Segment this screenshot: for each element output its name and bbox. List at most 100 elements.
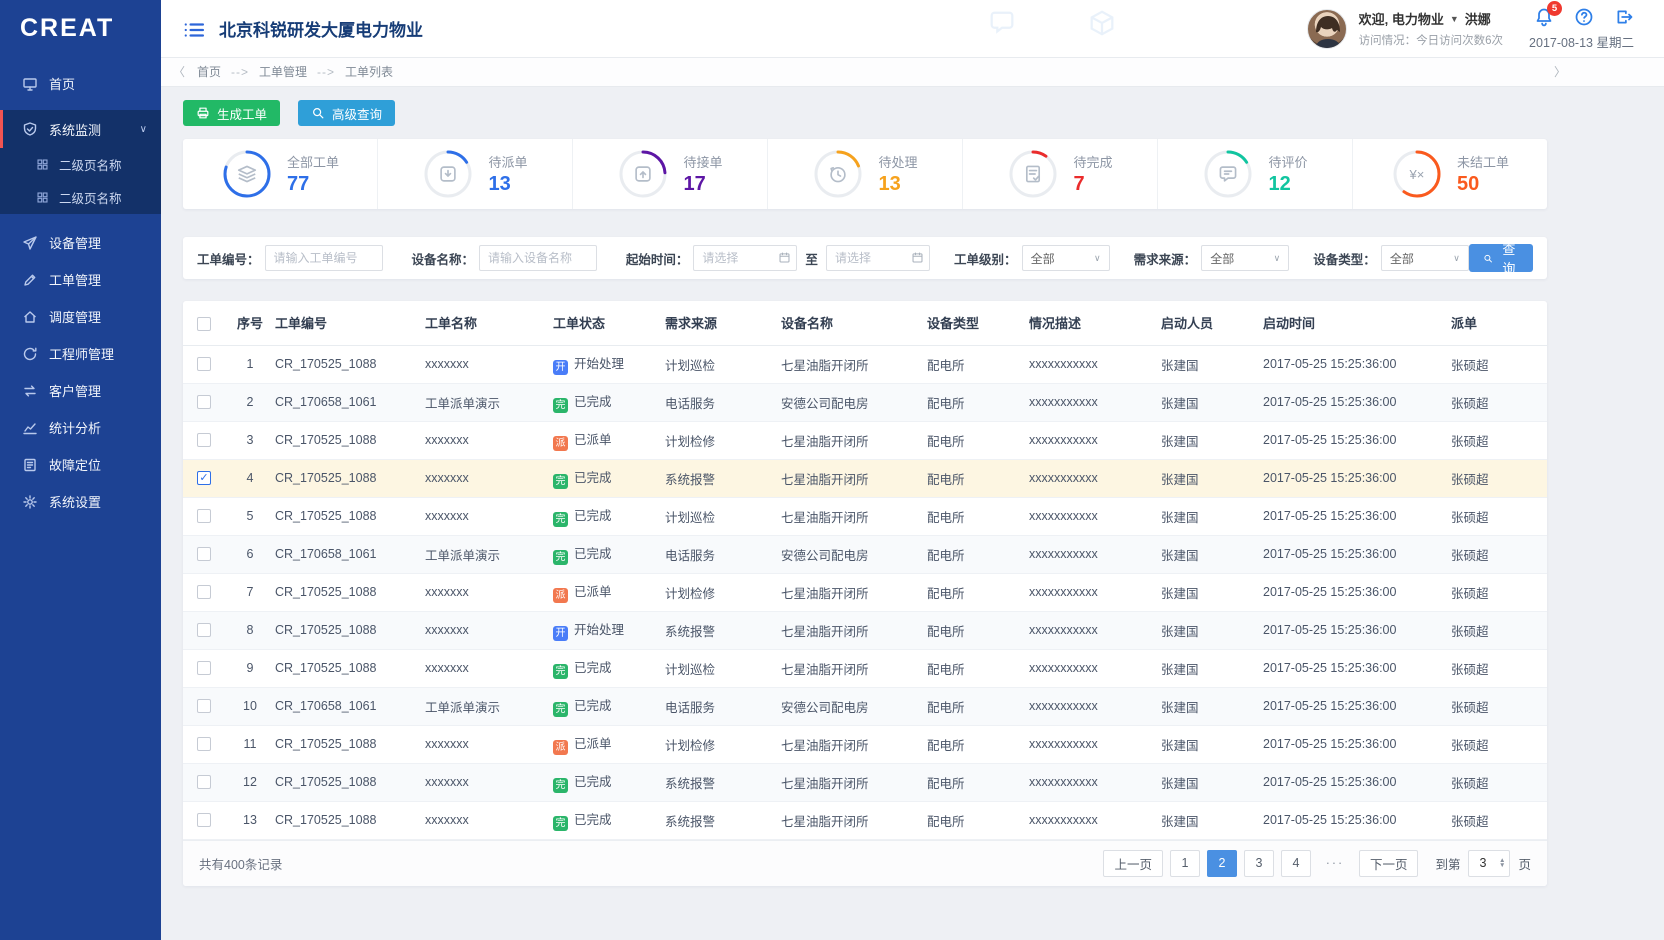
page-button-4[interactable]: 4 <box>1281 850 1311 877</box>
table-row[interactable]: ✓ 4 CR_170525_1088 xxxxxxx 完已完成 系统报警 七星油… <box>183 459 1547 497</box>
device-name-input[interactable] <box>479 245 597 271</box>
stat-card-pending-complete[interactable]: 待完成7 <box>962 139 1157 209</box>
table-row[interactable]: 5 CR_170525_1088 xxxxxxx 完已完成 计划巡检 七星油脂开… <box>183 497 1547 535</box>
menu-toggle-icon[interactable] <box>183 19 205 39</box>
row-checkbox[interactable] <box>197 699 211 713</box>
cell-starter: 张建国 <box>1161 497 1263 535</box>
sidebar-item-settings[interactable]: 系统设置 <box>0 483 161 520</box>
sidebar-item-subpage-2[interactable]: 二级页名称 <box>0 181 161 214</box>
breadcrumb: 〈 首页 --> 工单管理 --> 工单列表 〉 <box>161 57 1664 87</box>
table-row[interactable]: 11 CR_170525_1088 xxxxxxx 派已派单 计划检修 七星油脂… <box>183 725 1547 763</box>
sync-icon <box>22 346 38 362</box>
next-page-button[interactable]: 下一页 <box>1359 850 1419 877</box>
row-checkbox[interactable]: ✓ <box>197 471 211 485</box>
demand-source-select[interactable]: 全部∨ <box>1201 245 1289 271</box>
device-type-select[interactable]: 全部∨ <box>1381 245 1469 271</box>
table-row[interactable]: 6 CR_170658_1061 工单派单演示 完已完成 电话服务 安德公司配电… <box>183 535 1547 573</box>
sidebar-item-dispatch-mgmt[interactable]: 调度管理 <box>0 298 161 335</box>
table-row[interactable]: 9 CR_170525_1088 xxxxxxx 完已完成 计划巡检 七星油脂开… <box>183 649 1547 687</box>
sidebar-item-customer-mgmt[interactable]: 客户管理 <box>0 372 161 409</box>
cell-source: 电话服务 <box>665 535 781 573</box>
breadcrumb-order-mgmt[interactable]: 工单管理 <box>259 63 307 80</box>
cell-source: 系统报警 <box>665 763 781 801</box>
row-checkbox[interactable] <box>197 775 211 789</box>
table-row[interactable]: 2 CR_170658_1061 工单派单演示 完已完成 电话服务 安德公司配电… <box>183 383 1547 421</box>
cell-device-type: 配电所 <box>927 535 1029 573</box>
breadcrumb-home[interactable]: 首页 <box>197 63 221 80</box>
prev-page-button[interactable]: 上一页 <box>1103 850 1163 877</box>
sidebar-item-system-monitor[interactable]: 系统监测 ∨ <box>0 110 161 148</box>
sidebar-item-fault-location[interactable]: 故障定位 <box>0 446 161 483</box>
table-row[interactable]: 10 CR_170658_1061 工单派单演示 完已完成 电话服务 安德公司配… <box>183 687 1547 725</box>
table-row[interactable]: 3 CR_170525_1088 xxxxxxx 派已派单 计划检修 七星油脂开… <box>183 421 1547 459</box>
stepper-icon[interactable]: ▲▼ <box>1499 858 1505 868</box>
search-button[interactable]: 查询 <box>1469 244 1533 272</box>
sidebar-item-order-mgmt[interactable]: 工单管理 <box>0 261 161 298</box>
page-button-1[interactable]: 1 <box>1170 850 1200 877</box>
create-order-button[interactable]: 生成工单 <box>183 100 280 126</box>
table-row[interactable]: 7 CR_170525_1088 xxxxxxx 派已派单 计划检修 七星油脂开… <box>183 573 1547 611</box>
row-checkbox[interactable] <box>197 357 211 371</box>
cell-start-time: 2017-05-25 15:25:36:00 <box>1263 763 1451 801</box>
logout-icon[interactable] <box>1614 7 1634 27</box>
bell-icon[interactable]: 5 <box>1534 7 1554 27</box>
status-badge: 派 <box>553 740 568 755</box>
order-level-select[interactable]: 全部∨ <box>1022 245 1110 271</box>
cell-status: 派已派单 <box>553 573 665 611</box>
stat-card-open-orders[interactable]: ¥× 未结工单50 <box>1352 139 1547 209</box>
cell-desc: xxxxxxxxxxx <box>1029 573 1161 611</box>
cell-device: 七星油脂开闭所 <box>781 459 927 497</box>
orders-table-panel: 序号 工单编号 工单名称 工单状态 需求来源 设备名称 设备类型 情况描述 启动… <box>183 301 1547 886</box>
breadcrumb-forward-icon[interactable]: 〉 <box>1554 63 1566 80</box>
status-badge: 派 <box>553 588 568 603</box>
col-header-device-type: 设备类型 <box>927 301 1029 345</box>
stat-card-pending-accept[interactable]: 待接单17 <box>572 139 767 209</box>
stat-value: 12 <box>1268 173 1307 196</box>
table-footer: 共有400条记录 上一页 1 2 3 4 ··· 下一页 到第 3 <box>183 840 1547 886</box>
breadcrumb-back-icon[interactable]: 〈 <box>173 63 185 80</box>
row-checkbox[interactable] <box>197 813 211 827</box>
cell-device: 七星油脂开闭所 <box>781 801 927 839</box>
row-checkbox[interactable] <box>197 433 211 447</box>
cell-source: 系统报警 <box>665 459 781 497</box>
cell-status: 开开始处理 <box>553 611 665 649</box>
cell-desc: xxxxxxxxxxx <box>1029 611 1161 649</box>
help-icon[interactable] <box>1574 7 1594 27</box>
goto-page-input[interactable]: 3 ▲▼ <box>1468 850 1510 877</box>
row-checkbox[interactable] <box>197 623 211 637</box>
pencil-icon <box>22 272 38 288</box>
cell-dispatcher: 张硕超 <box>1451 573 1547 611</box>
sidebar-item-engineer-mgmt[interactable]: 工程师管理 <box>0 335 161 372</box>
table-row[interactable]: 1 CR_170525_1088 xxxxxxx 开开始处理 计划巡检 七星油脂… <box>183 345 1547 383</box>
row-checkbox[interactable] <box>197 737 211 751</box>
sidebar-item-device-mgmt[interactable]: 设备管理 <box>0 224 161 261</box>
caret-down-icon[interactable]: ▼ <box>1450 14 1459 24</box>
sidebar-item-subpage-1[interactable]: 二级页名称 <box>0 148 161 181</box>
grid-icon <box>36 158 49 171</box>
row-checkbox[interactable] <box>197 509 211 523</box>
row-checkbox[interactable] <box>197 395 211 409</box>
stat-card-all-orders[interactable]: 全部工单77 <box>183 139 377 209</box>
stat-card-pending-review[interactable]: 待评价12 <box>1157 139 1352 209</box>
select-all-checkbox[interactable] <box>197 317 211 331</box>
user-block[interactable]: 欢迎, 电力物业 ▼ 洪娜 访问情况：今日访问次数6次 <box>1307 9 1503 49</box>
cell-dispatcher: 张硕超 <box>1451 497 1547 535</box>
order-no-input[interactable] <box>265 245 383 271</box>
sidebar-item-home[interactable]: 首页 <box>0 65 161 102</box>
cell-index: 10 <box>225 687 275 725</box>
breadcrumb-order-list[interactable]: 工单列表 <box>345 63 393 80</box>
stat-card-pending-process[interactable]: 待处理13 <box>767 139 962 209</box>
table-row[interactable]: 8 CR_170525_1088 xxxxxxx 开开始处理 系统报警 七星油脂… <box>183 611 1547 649</box>
table-row[interactable]: 13 CR_170525_1088 xxxxxxx 完已完成 系统报警 七星油脂… <box>183 801 1547 839</box>
stat-card-pending-dispatch[interactable]: 待派单13 <box>377 139 572 209</box>
cell-device: 安德公司配电房 <box>781 535 927 573</box>
row-checkbox[interactable] <box>197 661 211 675</box>
table-row[interactable]: 12 CR_170525_1088 xxxxxxx 完已完成 系统报警 七星油脂… <box>183 763 1547 801</box>
sidebar-item-statistics[interactable]: 统计分析 <box>0 409 161 446</box>
advanced-search-button[interactable]: 高级查询 <box>298 100 395 126</box>
row-checkbox[interactable] <box>197 585 211 599</box>
page-button-2-active[interactable]: 2 <box>1207 850 1237 877</box>
row-checkbox[interactable] <box>197 547 211 561</box>
col-header-status: 工单状态 <box>553 301 665 345</box>
page-button-3[interactable]: 3 <box>1244 850 1274 877</box>
